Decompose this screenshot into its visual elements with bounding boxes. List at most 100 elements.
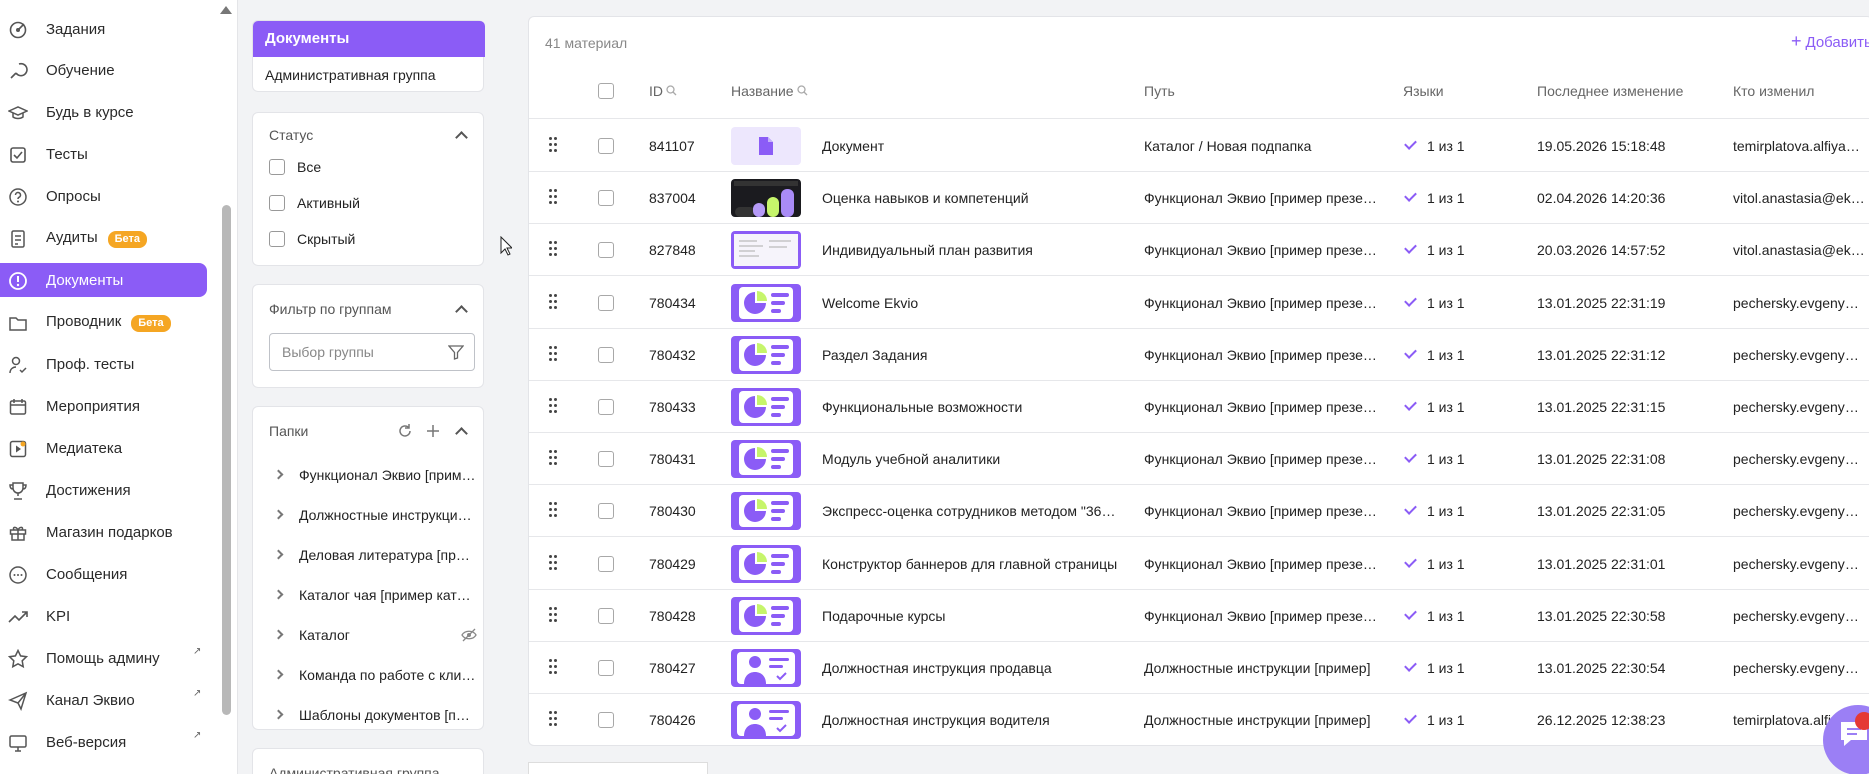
checkbox[interactable]	[269, 231, 285, 247]
status-option-active[interactable]: Активный	[269, 195, 360, 211]
chevron-right-icon[interactable]	[273, 629, 284, 640]
sidebar-scrollbar[interactable]	[222, 205, 231, 715]
nav-item-5[interactable]: Аудиты Бета	[0, 221, 207, 255]
folder-item[interactable]: Каталог чая [пример каталога]	[269, 585, 479, 607]
collapse-chevron-icon[interactable]	[455, 131, 468, 144]
nav-item-0[interactable]: Задания	[0, 12, 207, 46]
drag-handle-icon[interactable]	[549, 554, 559, 573]
table-row[interactable]: 780426 Должностная инструкция водителя Дол…	[529, 694, 1869, 745]
chevron-right-icon[interactable]	[273, 589, 284, 600]
table-row[interactable]: 827848 Индивидуальный план развития Функци…	[529, 224, 1869, 277]
cell-name[interactable]: Должностная инструкция продавца	[822, 642, 1122, 694]
nav-item-4[interactable]: Опросы	[0, 179, 207, 213]
status-option-all[interactable]: Все	[269, 159, 321, 175]
collapse-chevron-icon[interactable]	[455, 427, 468, 440]
table-row[interactable]: 780430 Экспресс-оценка сотрудников методо…	[529, 485, 1869, 538]
cell-name[interactable]: Подарочные курсы	[822, 590, 1122, 642]
nav-item-17[interactable]: Веб-версия ↗	[0, 725, 207, 759]
cell-name[interactable]: Должностная инструкция водителя	[822, 694, 1122, 745]
row-checkbox[interactable]	[598, 451, 614, 468]
table-row[interactable]: 780427 Должностная инструкция продавца Дол…	[529, 642, 1869, 694]
folder-item[interactable]: Должностные инструкции [пример]	[269, 505, 479, 527]
column-header-id[interactable]: ID	[649, 63, 677, 119]
nav-item-14[interactable]: KPI	[0, 599, 207, 633]
search-icon[interactable]	[796, 85, 808, 96]
row-checkbox[interactable]	[598, 294, 614, 311]
row-checkbox[interactable]	[598, 660, 614, 676]
row-checkbox[interactable]	[598, 712, 614, 729]
table-row[interactable]: 780433 Функциональные возможности Функцион…	[529, 381, 1869, 433]
add-button[interactable]: + Добавить	[1791, 31, 1869, 52]
cell-name[interactable]: Welcome Ekvio	[822, 277, 1122, 329]
row-checkbox[interactable]	[598, 190, 614, 207]
nav-item-3[interactable]: Тесты	[0, 137, 207, 171]
drag-handle-icon[interactable]	[549, 711, 559, 729]
nav-item-16[interactable]: Канал Эквио ↗	[0, 683, 207, 717]
drag-handle-icon[interactable]	[549, 398, 559, 416]
cell-name[interactable]: Индивидуальный план развития	[822, 224, 1122, 276]
group-select[interactable]: Выбор группы	[269, 333, 475, 371]
table-row[interactable]: 780434 Welcome Ekvio Функционал Эквио [при…	[529, 277, 1869, 329]
cell-name[interactable]: Функциональные возможности	[822, 381, 1122, 433]
cell-name[interactable]: Модуль учебной аналитики	[822, 433, 1122, 485]
nav-item-6[interactable]: Документы	[0, 263, 207, 297]
column-header-path[interactable]: Путь	[1144, 63, 1175, 119]
drag-handle-icon[interactable]	[549, 659, 559, 677]
folder-item[interactable]: Шаблоны документов [пример]	[269, 705, 479, 727]
table-row[interactable]: 780428 Подарочные курсы Функционал Эквио […	[529, 590, 1869, 642]
folder-item[interactable]: Функционал Эквио [пример презентаций]	[269, 465, 479, 487]
nav-item-11[interactable]: Достижения	[0, 473, 207, 507]
checkbox[interactable]	[269, 195, 285, 211]
nav-item-8[interactable]: Проф. тесты	[0, 347, 207, 381]
row-checkbox[interactable]	[598, 555, 614, 572]
collapse-chevron-icon[interactable]	[455, 305, 468, 318]
drag-handle-icon[interactable]	[549, 606, 559, 625]
folder-item[interactable]: Деловая литература [пример]	[269, 545, 479, 567]
select-all-checkbox[interactable]	[598, 83, 614, 99]
status-option-hidden[interactable]: Скрытый	[269, 231, 355, 247]
chevron-right-icon[interactable]	[273, 469, 284, 480]
row-checkbox[interactable]	[598, 503, 614, 520]
cell-name[interactable]: Документ	[822, 120, 1122, 172]
column-header-langs[interactable]: Языки	[1403, 63, 1444, 119]
nav-item-12[interactable]: Магазин подарков	[0, 515, 207, 549]
folder-item[interactable]: Каталог	[269, 625, 479, 647]
search-icon[interactable]	[666, 85, 677, 96]
chevron-right-icon[interactable]	[273, 509, 284, 520]
drag-handle-icon[interactable]	[549, 345, 559, 364]
drag-handle-icon[interactable]	[549, 502, 559, 520]
table-row[interactable]: 837004 Оценка навыков и компетенций Функци…	[529, 172, 1869, 225]
chevron-right-icon[interactable]	[273, 709, 284, 720]
nav-item-1[interactable]: Обучение	[0, 53, 207, 87]
cell-name[interactable]: Экспресс-оценка сотрудников методом "360…	[822, 485, 1122, 537]
column-header-modified[interactable]: Последнее изменение	[1537, 63, 1683, 119]
pagination[interactable]	[528, 762, 708, 774]
nav-item-7[interactable]: Проводник Бета	[0, 305, 207, 339]
scroll-up-arrow-icon[interactable]	[220, 6, 232, 14]
nav-item-10[interactable]: Медиатека	[0, 431, 207, 465]
drag-handle-icon[interactable]	[549, 189, 559, 207]
tab-documents[interactable]: Документы	[253, 21, 485, 57]
column-header-name[interactable]: Название	[731, 63, 808, 119]
row-checkbox[interactable]	[598, 346, 614, 363]
chevron-right-icon[interactable]	[273, 549, 284, 560]
refresh-icon[interactable]	[397, 423, 413, 439]
column-header-who[interactable]: Кто изменил	[1733, 63, 1814, 119]
table-row[interactable]: 780431 Модуль учебной аналитики Функционал…	[529, 433, 1869, 486]
cell-name[interactable]: Оценка навыков и компетенций	[822, 172, 1122, 224]
drag-handle-icon[interactable]	[549, 293, 559, 312]
nav-item-15[interactable]: Помощь админу ↗	[0, 641, 207, 675]
add-folder-icon[interactable]	[425, 423, 441, 439]
row-checkbox[interactable]	[598, 399, 614, 415]
nav-item-13[interactable]: Сообщения	[0, 557, 207, 591]
row-checkbox[interactable]	[598, 242, 614, 259]
tab-admin-group[interactable]: Административная группа	[253, 57, 485, 93]
nav-item-9[interactable]: Мероприятия	[0, 389, 207, 423]
table-row[interactable]: 780429 Конструктор баннеров для главной с…	[529, 538, 1869, 590]
row-checkbox[interactable]	[598, 607, 614, 624]
drag-handle-icon[interactable]	[549, 450, 559, 468]
folder-item[interactable]: Команда по работе с клиентами	[269, 665, 479, 687]
chevron-right-icon[interactable]	[273, 669, 284, 680]
table-row[interactable]: 780432 Раздел Задания Функционал Эквио [пр…	[529, 329, 1869, 381]
drag-handle-icon[interactable]	[549, 241, 559, 259]
